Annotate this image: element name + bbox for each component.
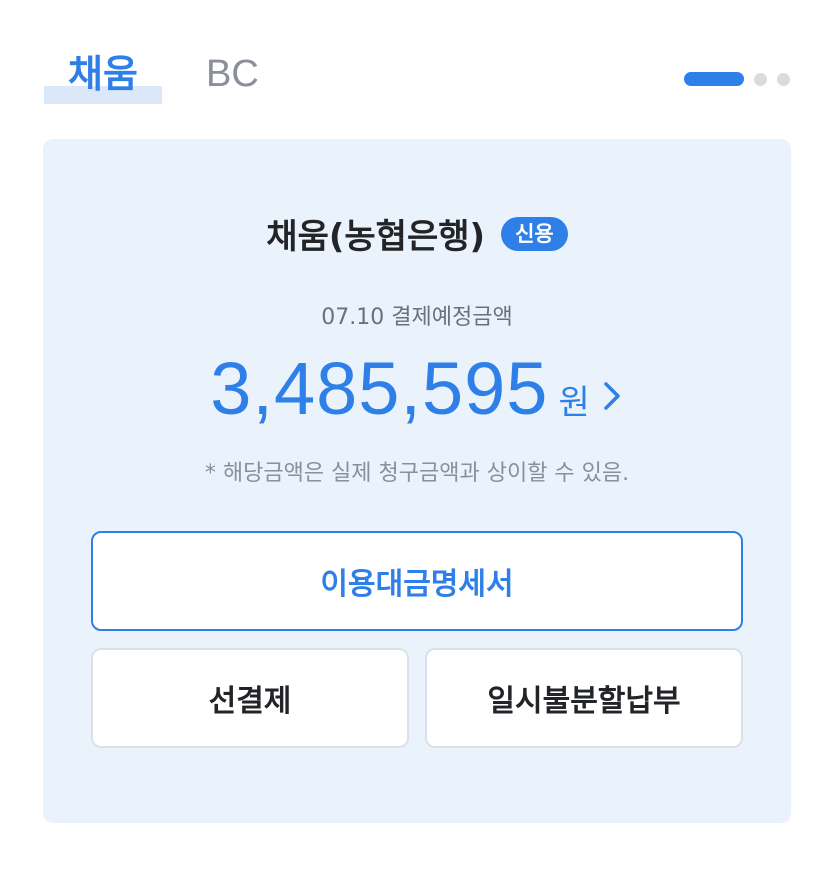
statement-button[interactable]: 이용대금명세서	[91, 531, 743, 631]
payment-amount-link[interactable]: 3,485,595 원	[43, 344, 791, 434]
installment-button[interactable]: 일시불분할납부	[425, 648, 743, 748]
card-company-tabs: 채움 BC	[44, 48, 344, 104]
card-summary-panel: 채움(농협은행) 신용 07.10 결제예정금액 3,485,595 원 * 해…	[43, 139, 791, 823]
page-indicator	[684, 72, 790, 86]
prepay-button[interactable]: 선결제	[91, 648, 409, 748]
card-name: 채움(농협은행)	[266, 217, 486, 257]
card-type-badge: 신용	[501, 216, 568, 251]
page-indicator-dot[interactable]	[754, 72, 767, 86]
amount-notice: * 해당금액은 실제 청구금액과 상이할 수 있음.	[204, 461, 630, 486]
chevron-right-icon	[604, 382, 620, 410]
payment-amount: 3,485,595	[210, 347, 549, 430]
currency-unit: 원	[558, 383, 590, 423]
page-indicator-active[interactable]	[684, 72, 744, 86]
tab-chaeum[interactable]: 채움	[44, 48, 162, 104]
tab-bc[interactable]: BC	[206, 48, 259, 100]
page-indicator-dot[interactable]	[777, 72, 790, 86]
card-title-row: 채움(농협은행) 신용	[43, 209, 791, 258]
due-date-label: 07.10 결제예정금액	[321, 305, 513, 330]
